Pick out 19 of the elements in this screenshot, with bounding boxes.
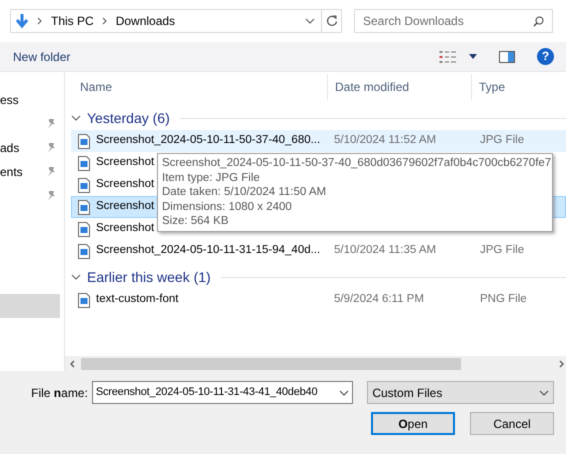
file-name: Screenshot_2024-05-10-11-31-15-94_40d... [96, 243, 320, 258]
file-type: JPG File [479, 243, 524, 258]
file-type: JPG File [479, 133, 524, 148]
date-modified: 5/10/2024 11:35 AM [333, 243, 438, 258]
tooltip-text: Size: 564 KB [162, 214, 230, 228]
tooltip-text: Item type: JPG File [162, 170, 261, 185]
tooltip-text: Dimensions: 1080 x 2400 [162, 200, 293, 214]
file-name: text-custom-font [96, 292, 178, 308]
file-name: Screenshot [96, 155, 154, 170]
tooltip-text: Screenshot_2024-05-10-11-50-37-40_680d03679602f7af0b4c700cb6270fe7 [162, 156, 548, 170]
file-name: Screenshot_2024-05-10-11-50-37-40_680... [96, 133, 320, 148]
file-name: Screenshot [96, 199, 154, 214]
file-name-label: File name: [30, 384, 89, 402]
file-type: PNG File [479, 292, 527, 308]
file-name: Screenshot [96, 177, 154, 192]
tooltip-text: Date taken: 5/10/2024 11:50 AM [162, 185, 328, 200]
file-name: Screenshot [96, 221, 154, 236]
date-modified: 5/9/2024 6:11 PM [333, 292, 425, 308]
date-modified: 5/10/2024 11:52 AM [333, 133, 438, 148]
